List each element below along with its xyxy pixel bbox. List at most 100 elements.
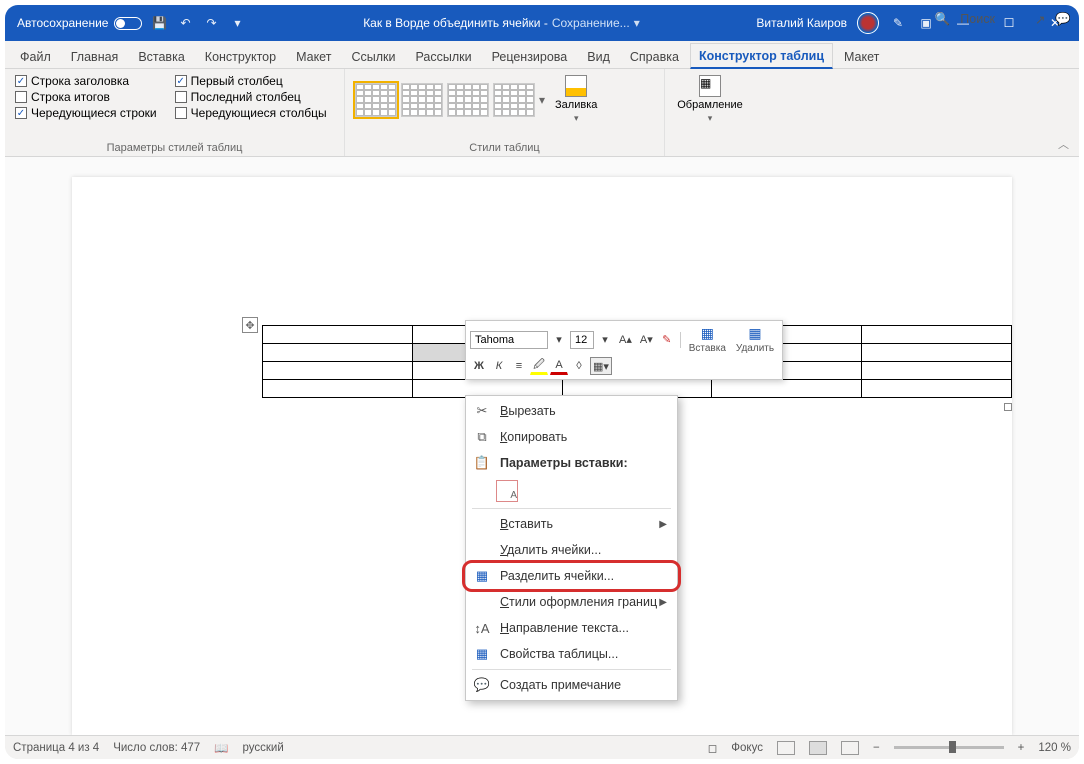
grow-font-icon[interactable]: A▴ bbox=[616, 331, 635, 349]
focus-icon[interactable]: ◻ bbox=[708, 741, 718, 755]
toggle-off-icon[interactable] bbox=[114, 17, 142, 30]
ctx-insert[interactable]: Вставить▶ bbox=[466, 511, 677, 537]
ctx-cut[interactable]: ✂Вырезать bbox=[466, 398, 677, 424]
insert-button[interactable]: ▦ Вставка bbox=[685, 325, 730, 354]
font-dropdown-icon[interactable]: ▾ bbox=[550, 331, 568, 349]
align-icon[interactable]: ≡ bbox=[510, 357, 528, 375]
tab-view[interactable]: Вид bbox=[578, 44, 619, 68]
comments-icon[interactable]: 💬 bbox=[1055, 12, 1071, 27]
collapse-ribbon-icon[interactable]: ︿ bbox=[1058, 136, 1069, 152]
status-language[interactable]: русский bbox=[242, 742, 283, 754]
font-color-icon[interactable]: A bbox=[550, 357, 568, 375]
saving-status: Сохранение... bbox=[552, 16, 630, 30]
table-style-thumb[interactable] bbox=[401, 83, 443, 117]
tab-file[interactable]: Файл bbox=[11, 44, 60, 68]
web-layout-icon[interactable] bbox=[841, 741, 859, 755]
spellcheck-icon[interactable]: 📖 bbox=[214, 741, 228, 755]
font-selector[interactable]: Tahoma bbox=[470, 331, 548, 349]
ctx-paste-option[interactable]: A bbox=[466, 476, 677, 506]
italic-button[interactable]: К bbox=[490, 357, 508, 375]
save-icon[interactable]: 💾 bbox=[150, 14, 168, 32]
table-styles-gallery[interactable]: ▾ Заливка ▾ bbox=[355, 73, 654, 126]
chevron-down-icon[interactable]: ▾ bbox=[634, 16, 640, 30]
tab-review[interactable]: Рецензирова bbox=[483, 44, 577, 68]
split-cells-icon: ▦ bbox=[474, 568, 490, 584]
user-name[interactable]: Виталий Каиров bbox=[756, 16, 847, 30]
dropdown-icon[interactable]: ▾ bbox=[228, 14, 246, 32]
tab-mailings[interactable]: Рассылки bbox=[406, 44, 480, 68]
borders-label: Обрамление bbox=[677, 99, 743, 111]
size-selector[interactable]: 12 bbox=[570, 331, 594, 349]
table-resize-handle[interactable] bbox=[1004, 403, 1012, 411]
tab-home[interactable]: Главная bbox=[62, 44, 128, 68]
chk-total-row[interactable]: Строка итогов bbox=[15, 89, 157, 105]
tab-table-design[interactable]: Конструктор таблиц bbox=[690, 43, 833, 69]
borders-mini-icon[interactable]: ▦▾ bbox=[590, 357, 612, 375]
size-dropdown-icon[interactable]: ▾ bbox=[596, 331, 614, 349]
paste-keep-text-icon[interactable]: A bbox=[496, 480, 518, 502]
print-layout-icon[interactable] bbox=[809, 741, 827, 755]
chk-first-col[interactable]: ✓Первый столбец bbox=[175, 73, 327, 89]
search-label[interactable]: Поиск bbox=[960, 12, 995, 26]
ctx-paste-options-label: 📋Параметры вставки: bbox=[466, 450, 677, 476]
ctx-copy[interactable]: ⧉Копировать bbox=[466, 424, 677, 450]
zoom-out-button[interactable]: − bbox=[873, 742, 880, 754]
ctx-table-properties[interactable]: ▦Свойства таблицы... bbox=[466, 641, 677, 667]
table-style-thumb[interactable] bbox=[447, 83, 489, 117]
ctx-split-cells[interactable]: ▦Разделить ячейки... bbox=[466, 563, 677, 589]
zoom-in-button[interactable]: + bbox=[1018, 742, 1025, 754]
ctx-border-styles[interactable]: Стили оформления границ▶ bbox=[466, 589, 677, 615]
chk-label: Строка заголовка bbox=[31, 74, 129, 88]
chk-label: Первый столбец bbox=[191, 74, 283, 88]
status-words[interactable]: Число слов: 477 bbox=[113, 742, 200, 754]
highlight-icon[interactable]: 🖉 bbox=[530, 357, 548, 375]
tab-help[interactable]: Справка bbox=[621, 44, 688, 68]
zoom-value[interactable]: 120 % bbox=[1038, 742, 1071, 754]
shrink-font-icon[interactable]: A▾ bbox=[637, 331, 656, 349]
shading-mini-icon[interactable]: ◊ bbox=[570, 357, 588, 375]
table-style-thumb[interactable] bbox=[493, 83, 535, 117]
bold-button[interactable]: Ж bbox=[470, 357, 488, 375]
table-insert-icon: ▦ bbox=[701, 325, 714, 342]
redo-icon[interactable]: ↷ bbox=[202, 14, 220, 32]
zoom-slider[interactable] bbox=[894, 746, 1004, 749]
tab-references[interactable]: Ссылки bbox=[342, 44, 404, 68]
ctx-text-direction[interactable]: ↕AНаправление текста... bbox=[466, 615, 677, 641]
table-move-handle[interactable]: ✥ bbox=[242, 317, 258, 333]
chk-last-col[interactable]: Последний столбец bbox=[175, 89, 327, 105]
share-icon[interactable]: ↗ bbox=[1035, 12, 1045, 27]
autosave-toggle[interactable]: Автосохранение bbox=[17, 16, 142, 30]
ctx-new-comment[interactable]: 💬Создать примечание bbox=[466, 672, 677, 698]
read-mode-icon[interactable] bbox=[777, 741, 795, 755]
chk-banded-cols[interactable]: Чередующиеся столбцы bbox=[175, 105, 327, 121]
avatar[interactable] bbox=[857, 12, 879, 34]
pen-icon[interactable]: ✎ bbox=[889, 14, 907, 32]
status-page[interactable]: Страница 4 из 4 bbox=[13, 742, 99, 754]
delete-button[interactable]: ▦ Удалить bbox=[732, 325, 778, 354]
submenu-arrow-icon: ▶ bbox=[659, 519, 667, 530]
copy-icon: ⧉ bbox=[474, 429, 490, 445]
status-focus[interactable]: Фокус bbox=[731, 742, 763, 754]
group-label-styles: Стили таблиц bbox=[355, 140, 654, 154]
styles-more-icon[interactable]: ▾ bbox=[539, 93, 545, 107]
chk-label: Чередующиеся столбцы bbox=[191, 106, 327, 120]
borders-button[interactable]: ▦ Обрамление ▾ bbox=[675, 73, 745, 126]
text-direction-icon: ↕A bbox=[474, 620, 490, 636]
chk-header-row[interactable]: ✓Строка заголовка bbox=[15, 73, 157, 89]
chk-banded-rows[interactable]: ✓Чередующиеся строки bbox=[15, 105, 157, 121]
table-style-thumb[interactable] bbox=[355, 83, 397, 117]
tab-insert[interactable]: Вставка bbox=[129, 44, 193, 68]
undo-icon[interactable]: ↶ bbox=[176, 14, 194, 32]
ctx-delete-cells[interactable]: Удалить ячейки... bbox=[466, 537, 677, 563]
format-painter-icon[interactable]: ✎ bbox=[658, 331, 676, 349]
tab-table-layout[interactable]: Макет bbox=[835, 44, 888, 68]
tab-layout[interactable]: Макет bbox=[287, 44, 340, 68]
shading-button[interactable]: Заливка ▾ bbox=[549, 73, 603, 126]
ribbon-tabs: Файл Главная Вставка Конструктор Макет С… bbox=[5, 41, 1079, 69]
ribbon-display-icon[interactable]: ▣ bbox=[917, 14, 935, 32]
scissors-icon: ✂ bbox=[474, 403, 490, 419]
submenu-arrow-icon: ▶ bbox=[659, 597, 667, 608]
search-icon[interactable]: 🔍 bbox=[935, 12, 951, 27]
shading-label: Заливка bbox=[555, 99, 597, 111]
tab-design[interactable]: Конструктор bbox=[196, 44, 285, 68]
